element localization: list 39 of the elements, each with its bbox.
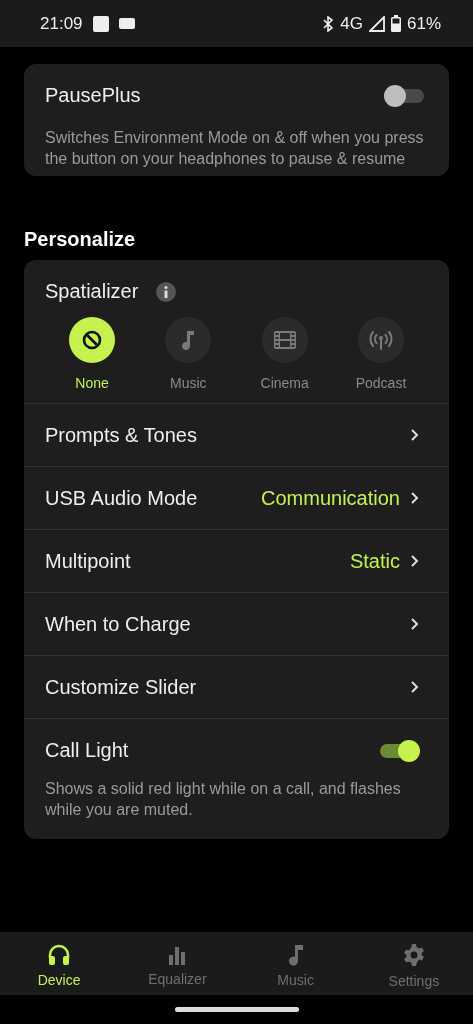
signal-icon [368, 15, 385, 32]
gesture-handle[interactable] [174, 1007, 299, 1012]
broadcast-icon [368, 329, 394, 351]
chevron-right-icon [410, 553, 419, 568]
setting-title: PausePlus [45, 84, 141, 107]
chevron-right-icon [410, 679, 419, 694]
settings-row[interactable]: Prompts & Tones [24, 404, 449, 467]
chevron-right-icon [410, 490, 419, 505]
settings-icon [401, 943, 426, 967]
network-type: 4G [340, 13, 363, 34]
setting-description: Shows a solid red light while on a call, and flashes while you are muted. [45, 779, 402, 820]
setting-description: Switches Environment Mode on & off when you press the button on your headphones to pause & resume [45, 128, 425, 169]
info-icon[interactable] [156, 281, 177, 302]
battery-percentage: 61% [406, 13, 441, 34]
headphones-icon [47, 944, 72, 966]
prohibited-icon [81, 329, 103, 351]
setting-value: Communication [261, 486, 400, 510]
spatializer-option[interactable]: Cinema [239, 317, 330, 391]
bar-chart-icon [167, 945, 188, 965]
spatializer-option[interactable]: Podcast [336, 317, 426, 391]
film-icon [272, 329, 297, 351]
spatializer-option[interactable]: None [47, 317, 137, 391]
section-heading: Personalize [24, 228, 137, 251]
bluetooth-icon [322, 15, 335, 32]
setting-title: Call Light [45, 739, 129, 762]
battery-icon [390, 15, 401, 32]
settings-row[interactable]: Multipoint Static [24, 530, 449, 593]
chevron-right-icon [410, 616, 419, 631]
nav-tab[interactable]: Device [0, 932, 119, 995]
music-note-icon [181, 329, 196, 351]
spatializer-option[interactable]: Music [143, 317, 234, 391]
setting-title: Spatializer [45, 280, 139, 303]
music-note-icon [287, 944, 304, 966]
clock-time: 21:09 [40, 13, 83, 34]
settings-row[interactable]: Customize Slider [24, 656, 449, 719]
settings-row[interactable]: When to Charge [24, 593, 449, 656]
setting-value: Static [349, 549, 400, 573]
chevron-right-icon [410, 427, 419, 442]
settings-row[interactable]: USB Audio Mode Communication [24, 467, 449, 530]
